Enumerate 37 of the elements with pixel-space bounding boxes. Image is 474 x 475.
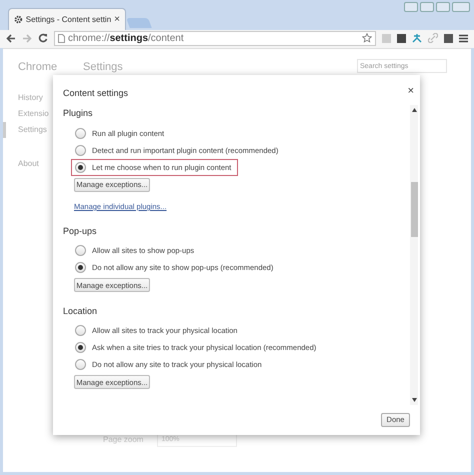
address-bar[interactable]: chrome://settings/content <box>54 30 376 46</box>
maximize-button[interactable] <box>436 2 450 12</box>
star-icon[interactable] <box>362 33 372 43</box>
radio-button[interactable] <box>75 245 86 256</box>
back-icon[interactable] <box>6 34 16 42</box>
extension-icon[interactable] <box>444 34 453 42</box>
reload-icon[interactable] <box>38 33 48 43</box>
url-text: chrome://settings/content <box>68 32 184 46</box>
close-button[interactable]: × <box>408 83 414 100</box>
section-heading: Plugins <box>63 107 94 120</box>
scroll-down-icon[interactable] <box>412 398 416 402</box>
radio-button[interactable] <box>75 145 86 156</box>
dialog-title: Content settings <box>63 87 128 100</box>
radio-button[interactable] <box>75 325 86 336</box>
tab-close-button[interactable]: × <box>114 12 120 27</box>
radio-button[interactable] <box>75 359 86 370</box>
tab-title: Settings - Content settin <box>26 14 112 26</box>
menu-icon[interactable] <box>459 34 468 42</box>
page-icon <box>58 34 65 42</box>
browser-tab[interactable]: Settings - Content settin × <box>8 8 126 30</box>
gear-icon <box>14 15 23 24</box>
section-heading: Pop-ups <box>63 224 98 238</box>
radio-button[interactable] <box>75 262 86 274</box>
radio-button[interactable] <box>75 162 86 173</box>
minimize-button[interactable] <box>420 2 434 12</box>
section-heading: Location <box>63 304 98 318</box>
scrollbar[interactable] <box>410 105 418 405</box>
forward-icon[interactable] <box>22 34 32 42</box>
page-heading: Settings <box>83 60 123 75</box>
network-icon[interactable] <box>412 33 422 43</box>
new-tab-button[interactable] <box>126 18 152 28</box>
radio-button[interactable] <box>75 342 86 354</box>
brand-title: Chrome <box>18 60 58 75</box>
link-icon[interactable] <box>428 33 438 43</box>
radio-button[interactable] <box>75 128 86 139</box>
scroll-up-icon[interactable] <box>412 108 416 112</box>
close-window-button[interactable] <box>452 2 470 12</box>
